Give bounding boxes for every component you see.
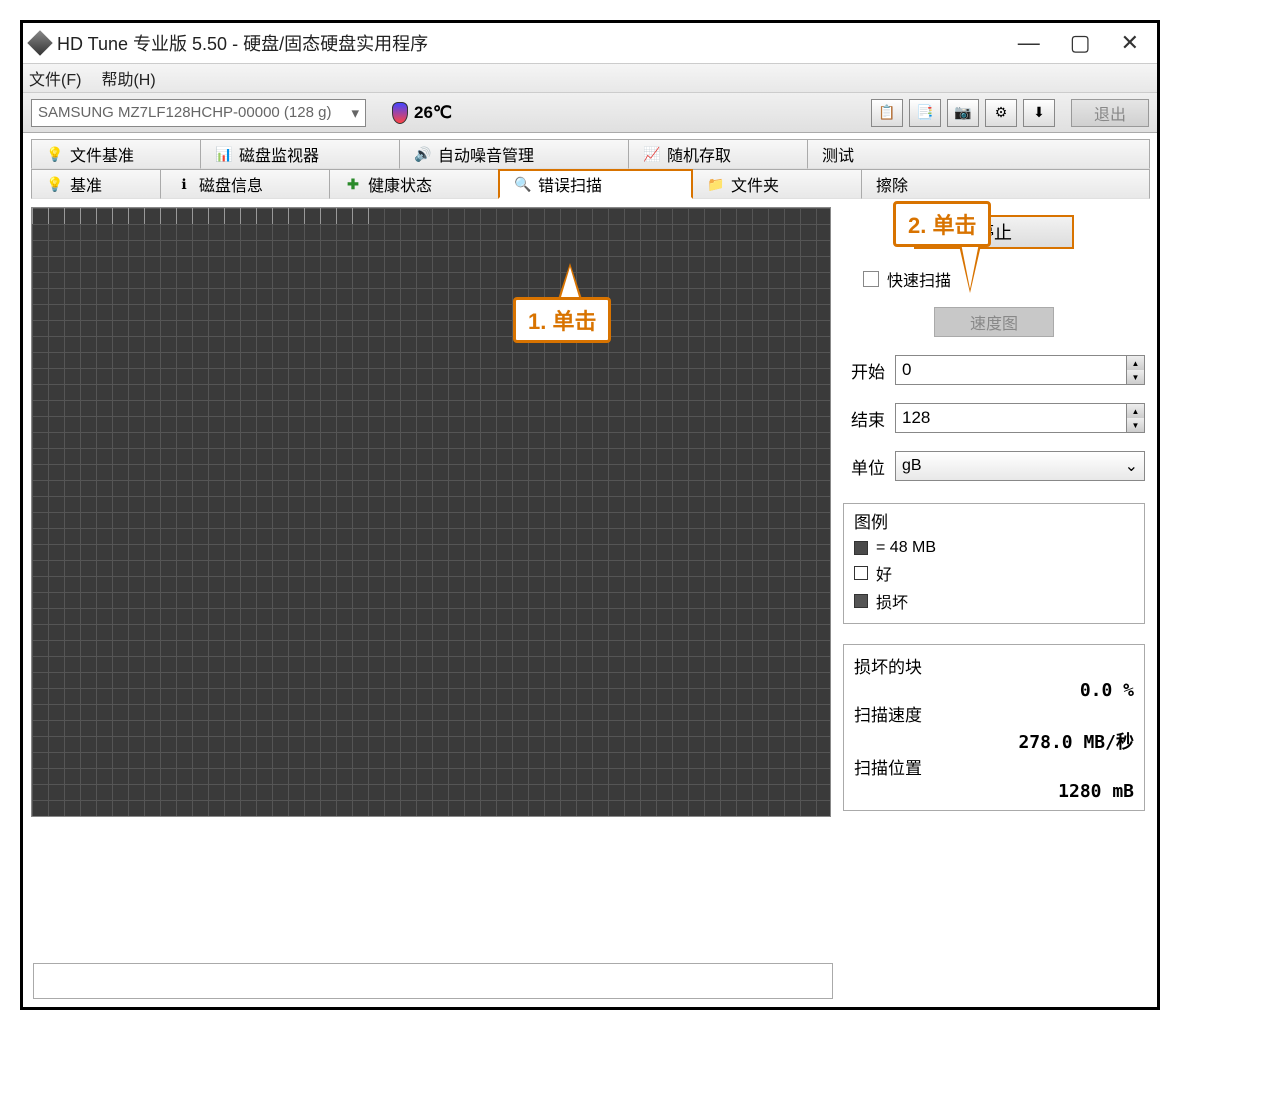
window-title: HD Tune 专业版 5.50 - 硬盘/固态硬盘实用程序 [57,30,1018,56]
titlebar: HD Tune 专业版 5.50 - 硬盘/固态硬盘实用程序 — ▢ ✕ [23,23,1157,63]
status-bar [33,963,833,999]
copy-multi-icon: 📑 [916,104,933,121]
drive-select[interactable]: SAMSUNG MZ7LF128HCHP-00000 (128 g) ▾ [31,99,366,127]
menu-help[interactable]: 帮助(H) [101,66,155,90]
unit-dropdown[interactable]: gB ⌄ [895,451,1145,481]
tab-error-scan[interactable]: 🔍 错误扫描 [498,169,693,199]
exit-button[interactable]: 退出 [1071,99,1149,127]
random-icon: 📈 [643,145,661,163]
chevron-down-icon: ⌄ [1125,456,1138,476]
start-value: 0 [896,360,1126,380]
info-icon: ℹ [175,175,193,193]
start-spinner[interactable]: 0 ▲ ▼ [895,355,1145,385]
options-button[interactable]: ⚙ [985,99,1017,127]
content-area: 停止 快速扫描 速度图 开始 0 ▲ ▼ 结束 128 [23,199,1157,825]
plus-icon: ✚ [344,175,362,193]
app-window: HD Tune 专业版 5.50 - 硬盘/固态硬盘实用程序 — ▢ ✕ 文件(… [20,20,1160,1010]
unit-label: 单位 [843,454,885,479]
chart-icon: 📊 [215,145,233,163]
benchmark-icon: 💡 [46,175,64,193]
menu-file[interactable]: 文件(F) [29,66,81,90]
copy-screenshot-button[interactable]: 📑 [909,99,941,127]
end-value: 128 [896,408,1126,428]
grid-pattern [32,208,830,816]
callout-2: 2. 单击 [893,201,991,247]
screenshot-button[interactable]: 📷 [947,99,979,127]
legend-block-icon [854,541,868,555]
end-up-arrow[interactable]: ▲ [1126,404,1144,418]
legend-ok-icon [854,566,868,580]
file-benchmark-icon: 💡 [46,145,64,163]
maximize-button[interactable]: ▢ [1070,30,1091,56]
magnifier-icon: 🔍 [514,175,532,193]
camera-icon: 📷 [954,104,971,121]
scan-speed-value: 278.0 MB/秒 [854,728,1134,754]
callout-1-tail [558,263,582,299]
close-button[interactable]: ✕ [1121,30,1139,56]
callout-1: 1. 单击 [513,297,611,343]
start-down-arrow[interactable]: ▼ [1126,370,1144,384]
temperature-display: 26℃ [392,102,452,124]
legend-title: 图例 [854,508,1134,533]
damaged-blocks-value: 0.0 % [854,680,1134,701]
speaker-icon: 🔊 [414,145,432,163]
scan-position-label: 扫描位置 [854,754,1134,779]
end-down-arrow[interactable]: ▼ [1126,418,1144,432]
tab-auto-noise[interactable]: 🔊 自动噪音管理 [399,139,629,169]
legend-group: 图例 = 48 MB 好 损坏 [843,503,1145,624]
callout-2-tail [958,241,982,293]
scan-speed-label: 扫描速度 [854,701,1134,726]
end-label: 结束 [843,406,885,431]
gear-icon: ⚙ [995,104,1008,121]
tab-folder[interactable]: 📁 文件夹 [692,169,862,199]
tab-info[interactable]: ℹ 磁盘信息 [160,169,330,199]
end-spinner[interactable]: 128 ▲ ▼ [895,403,1145,433]
quick-scan-checkbox[interactable] [863,271,879,287]
tab-health[interactable]: ✚ 健康状态 [329,169,499,199]
tab-disk-monitor[interactable]: 📊 磁盘监视器 [200,139,400,169]
stats-box: 损坏的块 0.0 % 扫描速度 278.0 MB/秒 扫描位置 1280 mB [843,644,1145,811]
scan-position-value: 1280 mB [854,781,1134,802]
chevron-down-icon: ▾ [351,104,359,122]
start-label: 开始 [843,358,885,383]
legend-ok-label: 好 [876,561,892,585]
right-panel: 停止 快速扫描 速度图 开始 0 ▲ ▼ 结束 128 [839,207,1149,817]
toolbar: SAMSUNG MZ7LF128HCHP-00000 (128 g) ▾ 26℃… [23,93,1157,133]
quick-scan-label: 快速扫描 [887,267,951,291]
tab-container: 💡 文件基准 📊 磁盘监视器 🔊 自动噪音管理 📈 随机存取 测试 💡 [23,133,1157,199]
tab-file-benchmark[interactable]: 💡 文件基准 [31,139,201,169]
folder-icon: 📁 [707,175,725,193]
scan-progress-row [32,208,383,224]
tab-extra-test[interactable]: 测试 [807,139,1150,169]
save-button[interactable]: ⬇ [1023,99,1055,127]
unit-value: gB [902,457,922,475]
temperature-value: 26℃ [414,103,452,123]
scan-grid [31,207,831,817]
drive-select-value: SAMSUNG MZ7LF128HCHP-00000 (128 g) [38,104,331,121]
thermometer-icon [392,102,408,124]
copy-info-button[interactable]: 📋 [871,99,903,127]
legend-damaged-label: 损坏 [876,589,908,613]
copy-icon: 📋 [878,104,895,121]
tab-benchmark[interactable]: 💡 基准 [31,169,161,199]
damaged-blocks-label: 损坏的块 [854,653,1134,678]
legend-block-size: = 48 MB [876,539,936,557]
app-icon [27,30,52,55]
speed-map-button[interactable]: 速度图 [934,307,1054,337]
download-icon: ⬇ [1033,104,1045,121]
menubar: 文件(F) 帮助(H) [23,63,1157,93]
tab-erase[interactable]: 擦除 [861,169,1150,199]
start-up-arrow[interactable]: ▲ [1126,356,1144,370]
legend-damaged-icon [854,594,868,608]
minimize-button[interactable]: — [1018,30,1040,56]
tab-random-access[interactable]: 📈 随机存取 [628,139,808,169]
